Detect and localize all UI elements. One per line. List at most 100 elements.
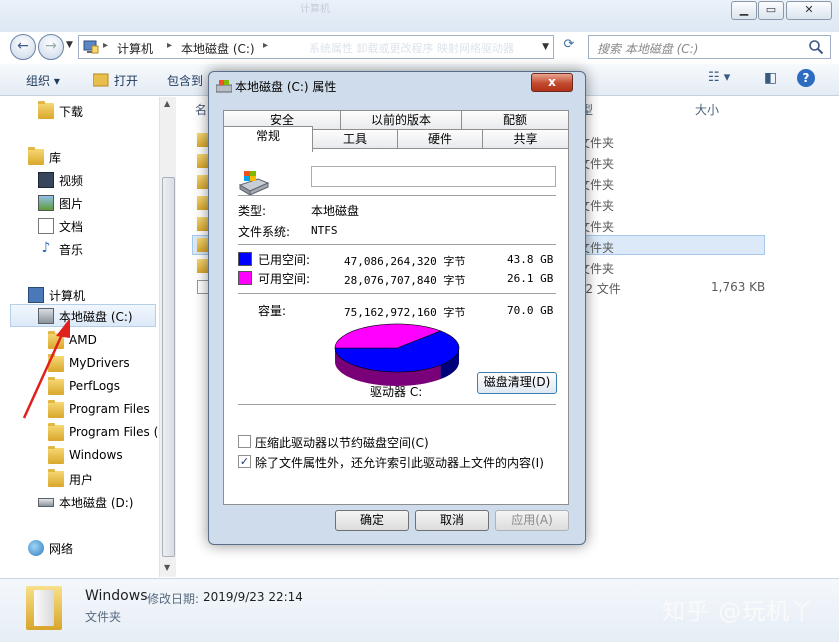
organize-label: 组织 (26, 74, 51, 88)
recent-pages-dropdown[interactable]: ▼ (66, 40, 73, 50)
details-name: Windows (85, 588, 148, 604)
used-space-size: 43.8 GB (507, 253, 554, 266)
cancel-button[interactable]: 取消 (415, 510, 489, 531)
type-label: 类型: (238, 204, 267, 218)
close-button[interactable]: ✕ (786, 1, 832, 20)
organize-menu[interactable]: 组织 ▾ (26, 72, 60, 89)
index-checkbox[interactable]: ✓ (238, 455, 251, 468)
nav-label: 库 (49, 151, 62, 165)
compress-label[interactable]: 压缩此驱动器以节约磁盘空间(C) (255, 434, 429, 451)
include-in-library-button[interactable]: 包含到 (167, 72, 203, 89)
faint-title: 计算机 (300, 4, 330, 15)
search-box[interactable]: 搜索 本地磁盘 (C:) (588, 35, 831, 59)
back-button[interactable]: ← (10, 34, 36, 60)
help-icon[interactable]: ? (797, 69, 815, 87)
maximize-button[interactable]: ▭ (758, 1, 784, 20)
tab-quota[interactable]: 配额 (461, 110, 569, 130)
search-input[interactable]: 搜索 本地磁盘 (C:) (597, 40, 698, 57)
filesystem-value: NTFS (311, 224, 338, 237)
tab-hardware[interactable]: 硬件 (397, 129, 483, 149)
nav-label: 文档 (59, 220, 84, 234)
nav-label: Program Files (69, 402, 150, 416)
general-tab-panel: 类型: 本地磁盘 文件系统: NTFS 已用空间: 47,086,264,320… (223, 148, 569, 505)
downloads-folder-icon (38, 101, 54, 119)
nav-label: 视频 (59, 174, 84, 188)
nav-label: 音乐 (59, 243, 84, 257)
computer-icon (83, 40, 99, 54)
watermark: 知乎 @玩机丫 (662, 599, 815, 625)
nav-label: 图片 (59, 197, 84, 211)
folder-icon (48, 331, 64, 349)
nav-label: AMD (69, 333, 97, 347)
used-space-bytes: 47,086,264,320 字节 (344, 255, 466, 268)
address-separator[interactable]: ▸ (263, 40, 268, 51)
library-icon (28, 147, 44, 165)
free-space-label: 可用空间: (258, 272, 311, 286)
capacity-size: 70.0 GB (507, 304, 554, 317)
details-type: 文件夹 (85, 610, 122, 624)
address-separator[interactable]: ▸ (167, 40, 172, 51)
divider (238, 195, 556, 196)
scrollbar-thumb[interactable] (162, 177, 175, 557)
address-segment-computer[interactable]: 计算机 (117, 40, 153, 57)
scroll-up-icon[interactable]: ▲ (164, 99, 170, 108)
address-separator[interactable]: ▸ (103, 40, 108, 51)
used-space-swatch (238, 252, 252, 266)
open-button[interactable]: 打开 (114, 72, 138, 89)
tab-previous-versions[interactable]: 以前的版本 (340, 110, 462, 130)
folder-icon (26, 586, 62, 630)
nav-label: 计算机 (49, 289, 86, 303)
index-label[interactable]: 除了文件属性外，还允许索引此驱动器上文件的内容(I) (255, 454, 544, 471)
forward-button[interactable]: → (38, 34, 64, 60)
nav-item-drive-c[interactable]: 本地磁盘 (C:) (10, 304, 156, 327)
compress-checkbox[interactable] (238, 435, 251, 448)
drive-icon (238, 171, 270, 195)
details-modified-date: 2019/9/23 22:14 (203, 590, 303, 604)
tab-sharing[interactable]: 共享 (482, 129, 569, 149)
divider (238, 293, 556, 294)
filesystem-label: 文件系统: (238, 225, 291, 239)
drive-label: 驱动器 C: (370, 385, 423, 399)
column-header-size[interactable]: 大小 (695, 101, 719, 118)
navigation-pane: 下载 库 视频 图片 文档 ♪ 音乐 计算机 本地磁盘 (C:) AMD MyD… (0, 97, 176, 577)
preview-pane-icon[interactable]: ◧ (764, 70, 777, 86)
folder-icon (48, 400, 64, 418)
free-space-size: 26.1 GB (507, 272, 554, 285)
drive-name-input[interactable] (311, 166, 556, 187)
views-icon[interactable]: ☷ ▾ (708, 70, 730, 85)
nav-label: PerfLogs (69, 379, 121, 393)
folder-icon (48, 354, 64, 372)
scroll-down-icon[interactable]: ▼ (164, 563, 170, 572)
apply-button[interactable]: 应用(A) (495, 510, 569, 531)
nav-label: Windows (69, 448, 123, 462)
search-icon[interactable] (808, 39, 824, 55)
nav-label: 网络 (49, 542, 74, 556)
column-header-name[interactable]: 名 (195, 101, 207, 118)
address-segment-drive[interactable]: 本地磁盘 (C:) (181, 40, 255, 57)
disk-cleanup-button[interactable]: 磁盘清理(D) (477, 372, 557, 394)
video-icon (38, 172, 54, 188)
drive-icon (38, 498, 54, 507)
ok-button[interactable]: 确定 (335, 510, 409, 531)
properties-dialog: 本地磁盘 (C:) 属性 x 安全 以前的版本 配额 工具 硬件 共享 常规 类… (208, 71, 586, 545)
nav-label: MyDrivers (69, 356, 130, 370)
type-value: 本地磁盘 (311, 204, 360, 218)
details-modified-label: 修改日期: (147, 592, 200, 606)
folder-icon (48, 469, 64, 487)
address-dropdown-icon[interactable]: ▼ (542, 42, 549, 52)
tab-general[interactable]: 常规 (223, 126, 313, 152)
dialog-close-button[interactable]: x (531, 73, 573, 92)
divider (238, 404, 556, 405)
nav-label: 本地磁盘 (C:) (59, 310, 133, 324)
navigation-scrollbar[interactable]: ▲ ▼ (159, 97, 176, 577)
nav-label: Program Files ( (69, 425, 159, 439)
explorer-titlebar: 计算机 ▁ ▭ ✕ (0, 0, 839, 32)
address-faint-text: 系统属性 卸载或更改程序 映射网络驱动器 (309, 42, 514, 55)
folder-icon (48, 377, 64, 395)
computer-icon (28, 287, 44, 303)
address-bar[interactable]: ▸ 计算机 ▸ 本地磁盘 (C:) ▸ 系统属性 卸载或更改程序 映射网络驱动器… (78, 35, 554, 59)
minimize-button[interactable]: ▁ (731, 1, 757, 20)
music-icon: ♪ (41, 240, 51, 256)
refresh-button[interactable]: ⟳ (558, 37, 580, 57)
tab-tools[interactable]: 工具 (312, 129, 398, 149)
